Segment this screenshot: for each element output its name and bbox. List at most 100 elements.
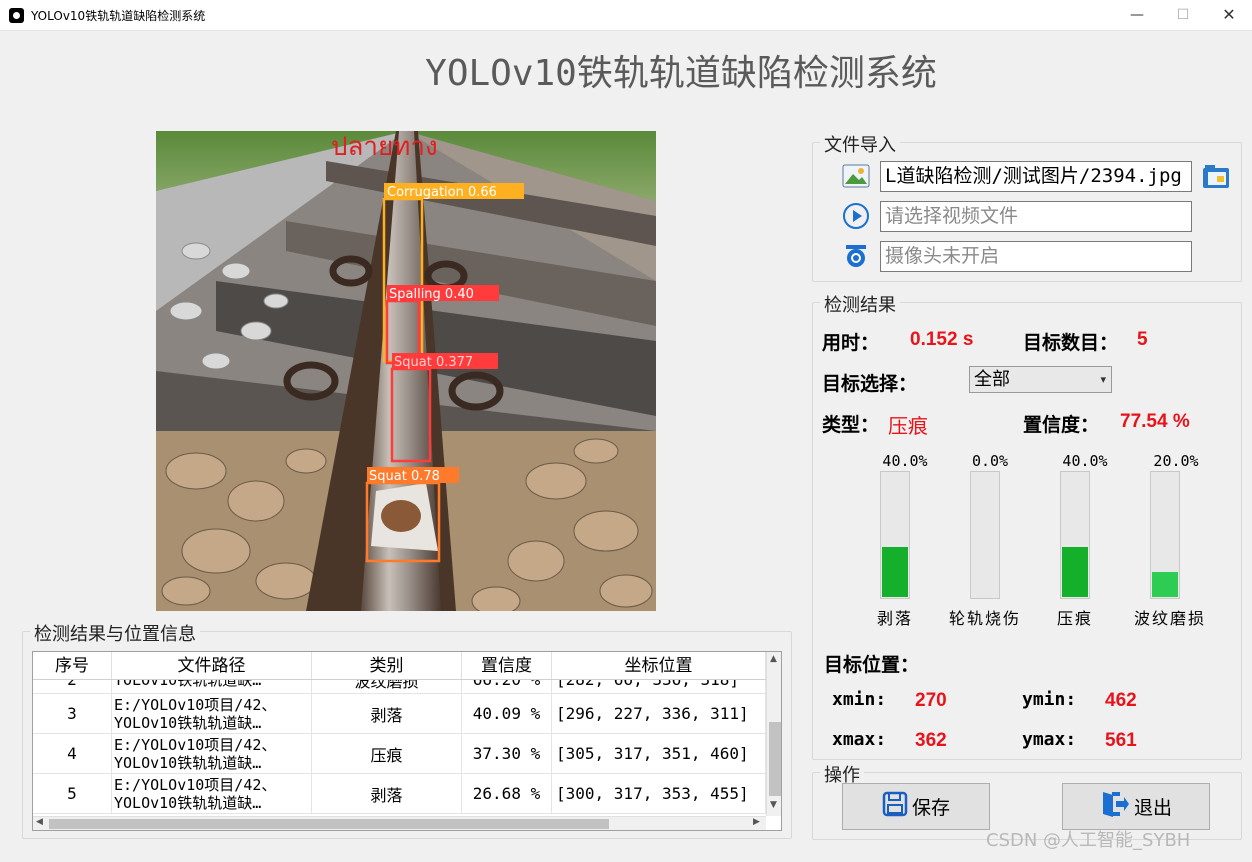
target-select[interactable]: 全部 ▾ [969, 366, 1112, 393]
ymax-label: ymax: [1022, 729, 1077, 750]
time-value: 0.152 s [910, 329, 974, 350]
class-bar [970, 471, 1000, 599]
type-value: 压痕 [888, 414, 928, 438]
cell-confidence: 26.68 % [462, 774, 552, 813]
video-file-field[interactable]: 请选择视频文件 [880, 201, 1192, 232]
image-path-field[interactable]: L道缺陷检测/测试图片/2394.jpg [880, 161, 1192, 192]
results-title: 检测结果 [820, 291, 900, 317]
xmin-label: xmin: [832, 689, 887, 710]
bar-fill [1152, 572, 1178, 597]
cell-path: E:/YOLOv10项目/42、 YOLOv10铁轨轨道缺… [112, 774, 312, 813]
class-bar [1150, 471, 1180, 599]
overlay-text: ปลายทาง [331, 132, 438, 162]
scrollbar-thumb[interactable] [769, 722, 781, 796]
table-row[interactable]: 2 YOLOv10铁轨轨道缺… 波纹磨损 66.20 % [282, 66, 3… [33, 680, 766, 694]
count-label: 目标数目： [1023, 332, 1119, 354]
target-select-label: 目标选择： [822, 373, 918, 395]
detection-label: Spalling 0.40 [389, 287, 474, 302]
detection-label: Corrugation 0.66 [387, 185, 497, 200]
time-label: 用时： [822, 332, 880, 354]
xmin-value: 270 [915, 690, 947, 711]
save-button[interactable]: 保存 [842, 783, 990, 830]
bar-percent: 40.0% [1062, 452, 1108, 470]
image-file-icon[interactable] [842, 162, 870, 190]
cell-path: E:/YOLOv10项目/42、 YOLOv10铁轨轨道缺… [112, 734, 312, 773]
file-import-title: 文件导入 [820, 131, 900, 157]
scrollbar-thumb[interactable] [49, 819, 609, 829]
confidence-value: 77.54 % [1120, 411, 1190, 432]
camera-field[interactable]: 摄像头未开启 [880, 241, 1192, 272]
save-icon [882, 791, 908, 822]
bar-percent: 40.0% [882, 452, 928, 470]
bar-percent: 0.0% [971, 452, 1009, 470]
column-header[interactable]: 序号 [33, 652, 112, 679]
type-label: 类型： [822, 414, 880, 436]
close-button[interactable]: ✕ [1206, 0, 1252, 31]
exit-icon [1100, 790, 1130, 823]
results-table[interactable]: 序号 文件路径 类别 置信度 坐标位置 2 YOLOv10铁轨轨道缺… 波纹磨损… [32, 651, 782, 831]
scroll-down-icon[interactable]: ▼ [770, 800, 777, 810]
class-bar [880, 471, 910, 599]
cell-coord: [300, 317, 353, 455] [552, 774, 766, 813]
cell-id: 3 [33, 694, 112, 733]
ymin-label: ymin: [1022, 689, 1077, 710]
table-row[interactable]: 4 E:/YOLOv10项目/42、 YOLOv10铁轨轨道缺… 压痕 37.30… [33, 734, 766, 774]
scroll-right-icon[interactable]: ▶ [753, 817, 760, 827]
target-select-value: 全部 [974, 369, 1010, 390]
save-button-label: 保存 [911, 797, 950, 819]
cell-class: 压痕 [312, 734, 462, 773]
count-value: 5 [1137, 329, 1148, 350]
table-section-title: 检测结果与位置信息 [30, 620, 200, 646]
column-header[interactable]: 置信度 [462, 652, 552, 679]
cell-coord: [282, 66, 336, 318] [552, 680, 766, 693]
minimize-button[interactable]: — [1114, 0, 1160, 31]
table-body: 2 YOLOv10铁轨轨道缺… 波纹磨损 66.20 % [282, 66, 3… [33, 680, 766, 816]
table-header: 序号 文件路径 类别 置信度 坐标位置 [33, 652, 766, 680]
xmax-label: xmax: [832, 729, 887, 750]
cell-id: 2 [33, 680, 112, 693]
ymax-value: 561 [1105, 730, 1137, 751]
bar-fill [1062, 547, 1088, 597]
cell-class: 波纹磨损 [312, 680, 462, 693]
cell-class: 剥落 [312, 774, 462, 813]
open-folder-icon[interactable] [1202, 162, 1230, 190]
xmax-value: 362 [915, 730, 947, 751]
bar-fill [882, 547, 908, 597]
detection-image: ปลายทาง Corrugation 0.66 Spalling 0.40 S… [156, 131, 656, 611]
confidence-label: 置信度： [1023, 414, 1100, 436]
bar-label: 波纹磨损 [1133, 609, 1206, 628]
exit-button[interactable]: 退出 [1062, 783, 1210, 830]
table-horizontal-scrollbar[interactable]: ◀ ▶ [33, 816, 766, 830]
scroll-left-icon[interactable]: ◀ [36, 817, 43, 827]
window-titlebar: YOLOv10铁轨轨道缺陷检测系统 — ☐ ✕ [0, 0, 1252, 31]
cell-confidence: 40.09 % [462, 694, 552, 733]
window-title: YOLOv10铁轨轨道缺陷检测系统 [31, 9, 206, 23]
table-vertical-scrollbar[interactable]: ▲ ▼ [766, 652, 781, 816]
cell-path: YOLOv10铁轨轨道缺… [112, 680, 312, 693]
ymin-value: 462 [1105, 690, 1137, 711]
position-label: 目标位置： [824, 654, 920, 676]
exit-button-label: 退出 [1133, 797, 1172, 819]
column-header[interactable]: 坐标位置 [552, 652, 766, 679]
bar-label: 压痕 [1056, 609, 1093, 628]
cell-id: 4 [33, 734, 112, 773]
bar-percent: 20.0% [1153, 452, 1199, 470]
table-row[interactable]: 5 E:/YOLOv10项目/42、 YOLOv10铁轨轨道缺… 剥落 26.68… [33, 774, 766, 814]
camera-icon[interactable] [842, 242, 870, 270]
cell-class: 剥落 [312, 694, 462, 733]
scroll-up-icon[interactable]: ▲ [770, 654, 777, 664]
cell-confidence: 66.20 % [462, 680, 552, 693]
app-title: YOLOv10铁轨轨道缺陷检测系统 [425, 53, 937, 94]
column-header[interactable]: 类别 [312, 652, 462, 679]
cell-confidence: 37.30 % [462, 734, 552, 773]
detection-label: Squat 0.377 [394, 355, 473, 370]
app-icon [9, 8, 24, 23]
column-header[interactable]: 文件路径 [112, 652, 312, 679]
cell-coord: [305, 317, 351, 460] [552, 734, 766, 773]
watermark: CSDN @人工智能_SYBH [986, 830, 1191, 851]
video-play-icon[interactable] [842, 202, 870, 230]
maximize-button[interactable]: ☐ [1160, 0, 1206, 31]
chevron-down-icon: ▾ [1100, 373, 1106, 386]
table-row[interactable]: 3 E:/YOLOv10项目/42、 YOLOv10铁轨轨道缺… 剥落 40.09… [33, 694, 766, 734]
cell-id: 5 [33, 774, 112, 813]
